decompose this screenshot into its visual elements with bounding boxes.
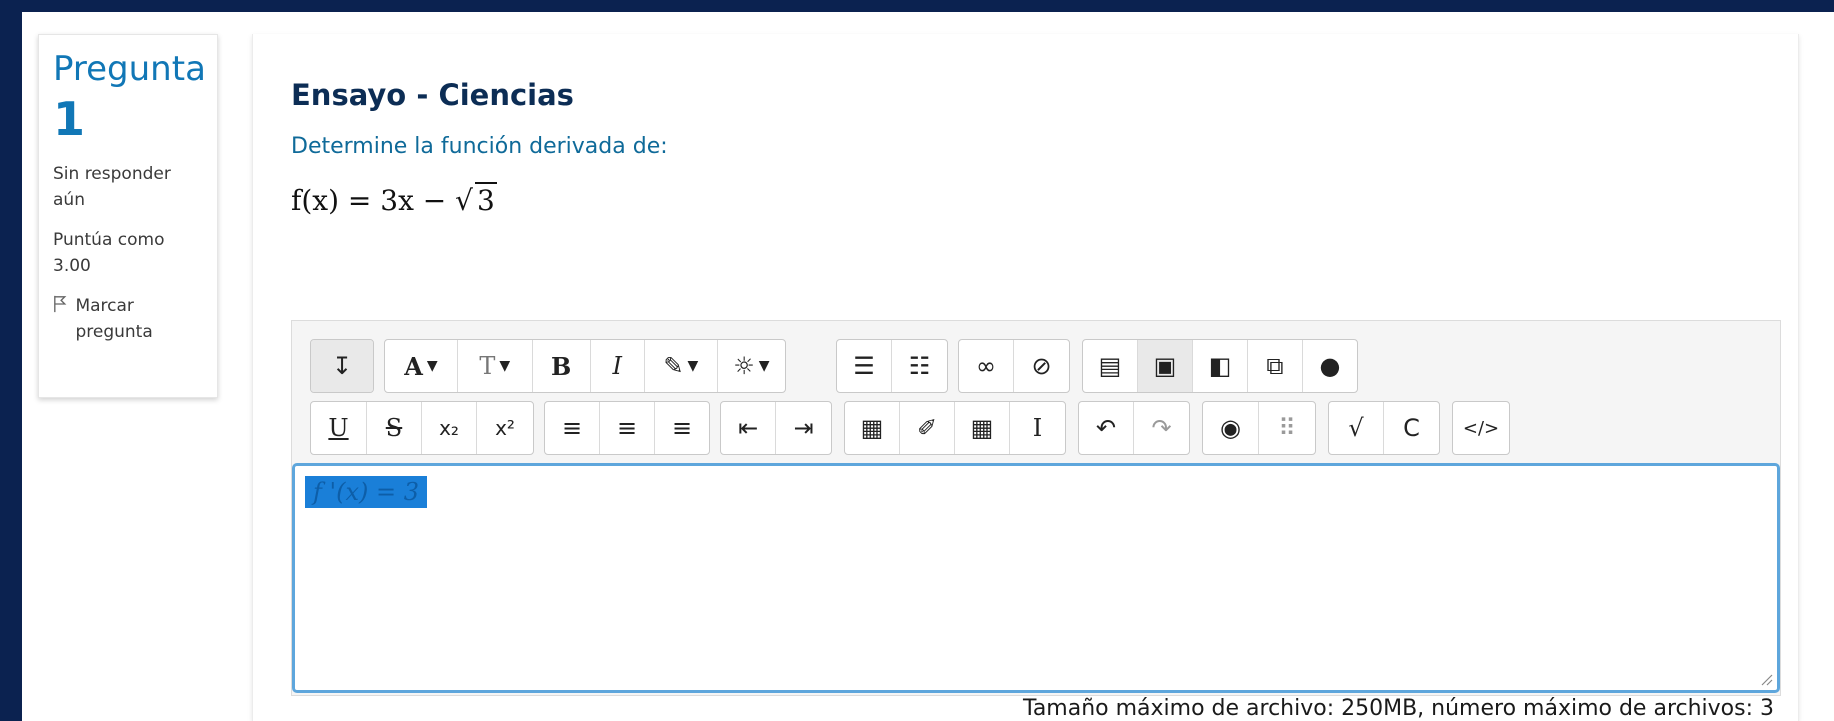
manage-files-button[interactable]: ⧉ <box>1248 340 1303 392</box>
superscript-button[interactable]: x² <box>477 402 533 454</box>
paste-button[interactable]: ▤ <box>1083 340 1138 392</box>
numbered-list-button[interactable]: ☷ <box>892 340 947 392</box>
question-info-panel: Pregunta 1 Sin responder aún Puntúa como… <box>38 34 218 398</box>
unlink-button[interactable]: ⊘ <box>1014 340 1069 392</box>
align-center-button[interactable]: ≡ <box>600 402 655 454</box>
align-right-button[interactable]: ≡ <box>655 402 709 454</box>
cursor-button[interactable]: I <box>1010 402 1065 454</box>
undo-button[interactable]: ↶ <box>1079 402 1134 454</box>
link-button[interactable]: ∞ <box>959 340 1014 392</box>
rich-text-editor: ↧ A ▼ T ▼ B I ✎ ▼ ☼ ▼ ☰ ☷ ∞ ⊘ ▤ ▣ ◧ ⧉ ● … <box>291 320 1781 696</box>
media-button[interactable]: ◧ <box>1193 340 1248 392</box>
edit-button[interactable]: ✐ <box>900 402 955 454</box>
question-formula: f(x) = 3x − √ 3 <box>291 182 497 217</box>
file-limits-text: Tamaño máximo de archivo: 250MB, número … <box>1023 696 1774 721</box>
screen-reader-helper-button[interactable]: ⠿ <box>1259 402 1315 454</box>
formula-radicand: 3 <box>474 182 497 217</box>
bold-button[interactable]: B <box>533 340 591 392</box>
italic-button[interactable]: I <box>591 340 645 392</box>
resize-grip-icon[interactable] <box>1757 670 1773 686</box>
flag-icon <box>54 295 67 313</box>
bulleted-list-button[interactable]: ☰ <box>837 340 892 392</box>
question-state: Sin responder aún <box>53 164 171 210</box>
table-button[interactable]: ▦ <box>955 402 1010 454</box>
math-editor-button[interactable]: √ <box>1329 402 1384 454</box>
answer-editor-area[interactable]: f '(x) = 3 <box>292 463 1780 693</box>
html-button[interactable]: </> <box>1453 402 1509 454</box>
toolbar-toggle-button[interactable]: ↧ <box>311 340 373 392</box>
underline-button[interactable]: U <box>311 402 367 454</box>
question-grade: Puntúa como 3.00 <box>53 230 165 276</box>
answer-text: f '(x) = 3 <box>305 476 428 508</box>
question-content: Ensayo - Ciencias Determine la función d… <box>252 34 1799 721</box>
equation-button[interactable]: ▦ <box>845 402 900 454</box>
formula-prefix: f(x) = 3x − <box>291 184 456 217</box>
align-left-button[interactable]: ≡ <box>545 402 600 454</box>
outdent-button[interactable]: ⇤ <box>721 402 776 454</box>
subscript-button[interactable]: x₂ <box>422 402 477 454</box>
highlight-button[interactable]: ✎ ▼ <box>645 340 718 392</box>
font-color-button[interactable]: A ▼ <box>385 340 458 392</box>
question-label: Pregunta <box>53 49 206 89</box>
question-number: 1 <box>53 92 86 146</box>
font-size-button[interactable]: T ▼ <box>458 340 533 392</box>
question-title: Ensayo - Ciencias <box>291 78 574 112</box>
redo-button[interactable]: ↷ <box>1134 402 1189 454</box>
accessibility-checker-button[interactable]: ◉ <box>1203 402 1259 454</box>
question-prompt: Determine la función derivada de: <box>291 134 668 159</box>
strikethrough-button[interactable]: S <box>367 402 422 454</box>
flag-question-link[interactable]: Marcar pregunta <box>53 293 203 345</box>
record-audio-button[interactable]: ● <box>1303 340 1357 392</box>
indent-button[interactable]: ⇥ <box>776 402 831 454</box>
styles-button[interactable]: ☼ ▼ <box>718 340 785 392</box>
chemistry-editor-button[interactable]: C <box>1384 402 1439 454</box>
image-button[interactable]: ▣ <box>1138 340 1193 392</box>
flag-question-label: Marcar pregunta <box>75 296 153 342</box>
